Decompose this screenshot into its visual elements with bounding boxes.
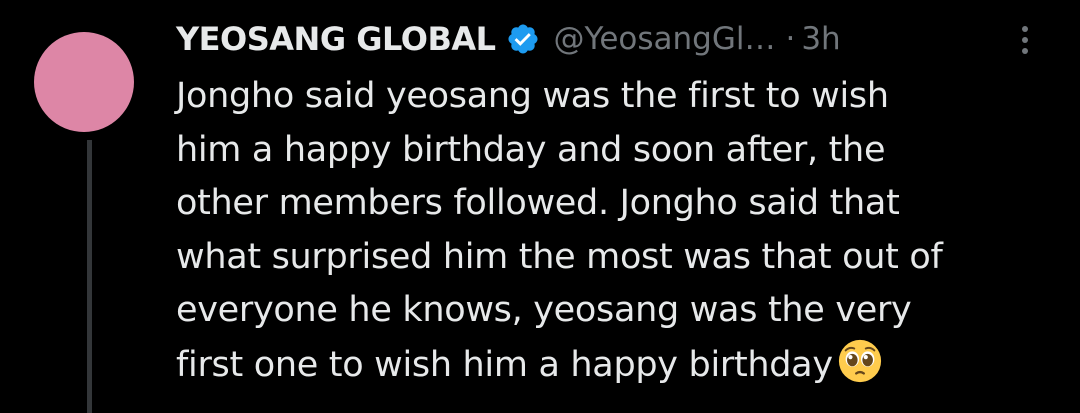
pleading-face-emoji (837, 338, 883, 384)
tweet-text-line: first one to wish him a happy birthday (176, 344, 833, 385)
separator-dot: · (785, 21, 796, 57)
tweet[interactable]: YEOSANG GLOBAL @YeosangGl… · 3h Jongho s… (0, 0, 1080, 413)
tweet-text-line: everyone he knows, yeosang was the very (176, 290, 912, 330)
tweet-text-line: other members followed. Jongho said that (176, 183, 900, 223)
display-name[interactable]: YEOSANG GLOBAL (176, 20, 496, 58)
tweet-text-line: what surprised him the most was that out… (176, 236, 943, 277)
tweet-text-line: him a happy birthday and soon after, the (176, 129, 886, 170)
tweet-text-line: Jongho said yeosang was the first to wis… (176, 76, 889, 116)
tweet-text: Jongho said yeosang was the first to wis… (176, 70, 1056, 392)
avatar[interactable] (34, 32, 134, 132)
timestamp[interactable]: 3h (801, 21, 840, 57)
tweet-header: YEOSANG GLOBAL @YeosangGl… · 3h (176, 14, 841, 64)
thread-line (87, 140, 92, 413)
tweet-text-last-line: first one to wish him a happy birthday (176, 338, 1056, 393)
verified-badge-icon[interactable] (506, 22, 540, 56)
handle[interactable]: @YeosangGl… (554, 21, 776, 57)
more-options-icon[interactable] (1015, 26, 1035, 62)
